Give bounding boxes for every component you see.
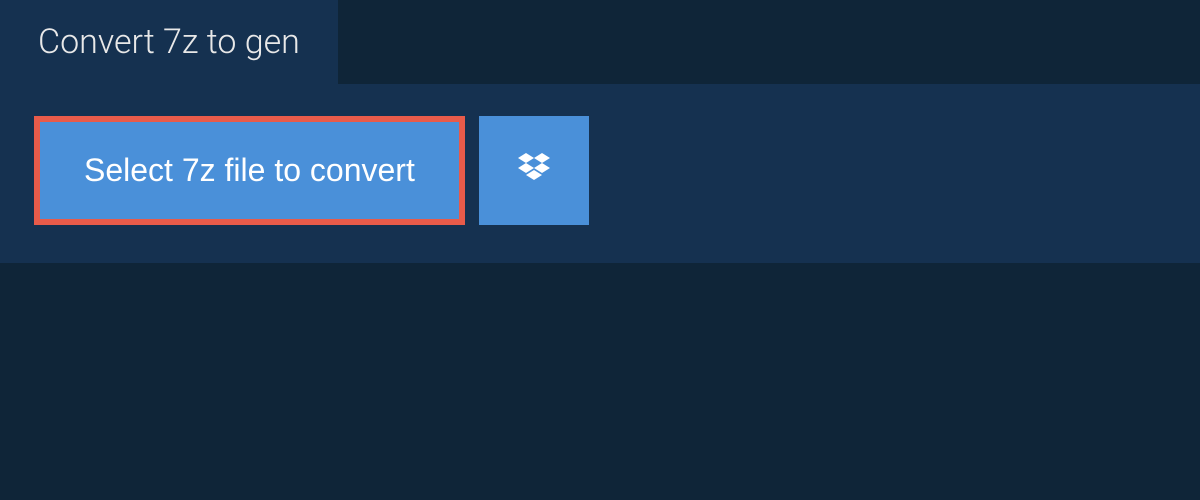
- dropbox-button[interactable]: [479, 116, 589, 225]
- select-file-button[interactable]: Select 7z file to convert: [40, 122, 459, 219]
- page-title: Convert 7z to gen: [0, 0, 338, 84]
- dropbox-icon: [514, 149, 554, 192]
- select-file-highlight: Select 7z file to convert: [34, 116, 465, 225]
- lower-spacer: [0, 263, 1200, 463]
- button-row: Select 7z file to convert: [34, 116, 1166, 225]
- upload-panel: Select 7z file to convert: [0, 84, 1200, 263]
